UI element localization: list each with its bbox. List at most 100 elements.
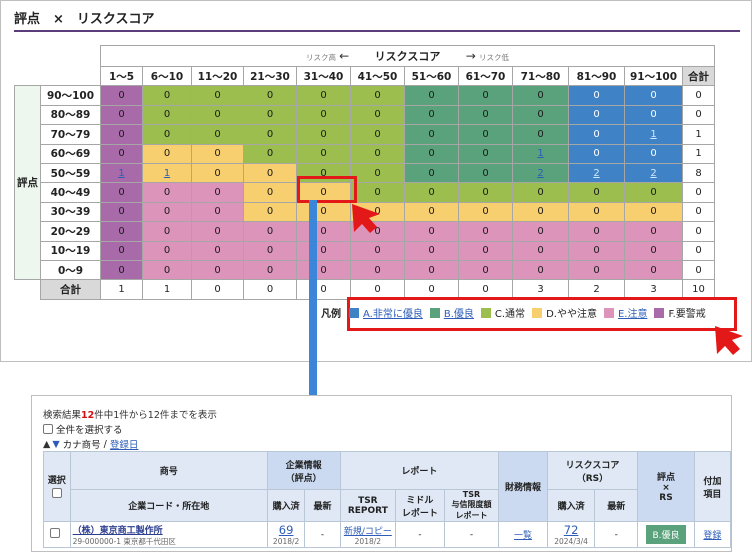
- matrix-cell-link[interactable]: 1: [164, 168, 170, 179]
- purchased-header: 購入済: [266, 489, 306, 522]
- matrix-cell-link[interactable]: 1: [537, 148, 543, 159]
- matrix-cell-value: 0: [593, 187, 600, 199]
- tsr-report-cell[interactable]: 新規/コピー 2018/2: [339, 521, 397, 548]
- matrix-cell: 0: [142, 221, 192, 242]
- matrix-cell[interactable]: 2: [512, 162, 569, 184]
- sort-asc-icon[interactable]: ▲: [43, 439, 50, 450]
- matrix-cell-value: 0: [428, 264, 435, 276]
- axis-left-arrow-icon: ←: [339, 49, 350, 63]
- matrix-cell[interactable]: 1: [512, 143, 569, 164]
- page-title: 評点 × リスクスコア: [14, 12, 155, 27]
- matrix-cell: 0: [568, 259, 625, 281]
- legend-pointer-arrow-icon: [715, 326, 743, 355]
- matrix-cell-value: 0: [163, 225, 171, 237]
- column-header: 61〜70: [458, 65, 513, 87]
- matrix-cell[interactable]: 1: [142, 162, 192, 184]
- matrix-cell[interactable]: 1: [624, 124, 683, 145]
- matrix-cell: 0: [100, 124, 143, 145]
- matrix-cell-value: 0: [482, 128, 489, 140]
- grade-badge: B.優良: [646, 525, 686, 544]
- matrix-cell: 0: [404, 85, 459, 106]
- matrix-cell[interactable]: 1: [100, 162, 143, 184]
- row-total: 1: [682, 143, 715, 164]
- tsr-report-link[interactable]: 新規/コピー: [344, 527, 392, 537]
- matrix-cell: 0: [624, 201, 683, 223]
- matrix-cell: 0: [568, 85, 625, 106]
- matrix-cell-value: 0: [320, 264, 327, 276]
- corp-info-label: 企業情報: [285, 460, 322, 471]
- matrix-cell-value: 0: [428, 245, 435, 257]
- matrix-cell: 0: [350, 162, 405, 184]
- matrix-cell-value: 0: [163, 245, 171, 257]
- row-select[interactable]: [43, 521, 71, 548]
- sort-desc-icon[interactable]: ▼: [52, 439, 59, 450]
- matrix-cell: 0: [142, 182, 192, 203]
- rs-cell[interactable]: 72 2024/3/4: [546, 521, 596, 548]
- register-cell[interactable]: 登録: [693, 521, 732, 548]
- company-cell[interactable]: （株）東京商工製作所 29-000000-1 東京都千代田区: [69, 521, 268, 548]
- select-all-control[interactable]: 全件を選択する: [43, 422, 123, 436]
- header-checkbox[interactable]: [51, 487, 62, 498]
- select-all-checkbox[interactable]: [43, 424, 53, 434]
- matrix-cell-value: 0: [374, 90, 381, 102]
- matrix-cell: 0: [568, 201, 625, 223]
- middle-report-cell: -: [395, 521, 445, 548]
- financial-list-link[interactable]: 一覧: [514, 531, 532, 541]
- matrix-cell-value: 0: [320, 90, 327, 102]
- matrix-cell: 0: [512, 124, 569, 145]
- legend-item-a[interactable]: A.非常に優良: [349, 305, 423, 320]
- legend-swatch: [480, 307, 491, 318]
- matrix-cell-link[interactable]: 2: [537, 168, 543, 179]
- matrix-cell[interactable]: 2: [568, 162, 625, 184]
- matrix-cell: 0: [296, 240, 351, 261]
- matrix-cell-value: 0: [482, 90, 489, 102]
- matrix-cell: 0: [350, 259, 405, 281]
- tsr-limit-header: TSR 与信限度額 レポート: [443, 489, 500, 522]
- legend-item-f: F.要警戒: [654, 305, 706, 320]
- column-header: 11〜20: [191, 65, 244, 87]
- matrix-cell-value: 0: [266, 148, 274, 160]
- risk-axis-row: リスク高 ← リスクスコア → リスク低: [15, 45, 715, 67]
- matrix-cell: 0: [512, 240, 569, 261]
- matrix-cell-value: 0: [266, 167, 274, 179]
- select-header: 選択: [43, 451, 71, 522]
- matrix-cell: 0: [243, 201, 297, 223]
- middle-report-header: ミドル レポート: [395, 489, 445, 522]
- matrix-cell: 0: [296, 124, 351, 145]
- score-cell[interactable]: 69 2018/2: [266, 521, 306, 548]
- total-row-label: 合計: [40, 279, 101, 300]
- company-name-link[interactable]: （株）東京商工製作所: [73, 526, 163, 536]
- sort-date-link[interactable]: 登録日: [110, 437, 139, 451]
- legend-item-b[interactable]: B.優良: [429, 305, 474, 320]
- matrix-cell: 0: [624, 259, 683, 281]
- risk-score-label: リスクスコア: [565, 460, 620, 471]
- column-header: 21〜30: [243, 65, 297, 87]
- score-link[interactable]: 69: [270, 523, 303, 537]
- matrix-cell-value: 0: [214, 225, 221, 237]
- register-link[interactable]: 登録: [703, 531, 721, 541]
- matrix-cell: 0: [458, 143, 513, 164]
- matrix-cell-link[interactable]: 1: [650, 129, 656, 140]
- matrix-cell-link[interactable]: 2: [650, 168, 656, 179]
- rs-link[interactable]: 72: [550, 523, 593, 537]
- code-header: 企業コード・所在地: [69, 489, 268, 522]
- matrix-row: 40〜49 0 0 0 0 0 0 0 0 0 0 0 0: [15, 182, 715, 203]
- matrix-cell-value: 0: [266, 245, 274, 257]
- matrix-cell[interactable]: 2: [624, 162, 683, 184]
- score-latest: -: [304, 521, 341, 548]
- matrix-cell: 0: [624, 104, 683, 126]
- result-count-number: 12: [81, 410, 95, 421]
- matrix-row: 70〜79 0 0 0 0 0 0 0 0 0 0 1 1: [15, 124, 715, 145]
- matrix-cell: 0: [404, 221, 459, 242]
- financial-cell[interactable]: 一覧: [498, 521, 548, 548]
- matrix-cell: 0: [404, 124, 459, 145]
- row-checkbox[interactable]: [50, 528, 61, 538]
- extra-header: 付加 項目: [693, 451, 732, 522]
- matrix-row: 60〜69 0 0 0 0 0 0 0 0 1 0 0 1: [15, 143, 715, 164]
- matrix-cell-link[interactable]: 2: [593, 168, 599, 179]
- matrix-cell: 0: [296, 143, 351, 164]
- matrix-cell-value: 0: [320, 225, 327, 237]
- matrix-cell-link[interactable]: 1: [118, 168, 124, 179]
- legend-item-e[interactable]: E.注意: [603, 305, 647, 320]
- matrix-cell: 0: [243, 124, 297, 145]
